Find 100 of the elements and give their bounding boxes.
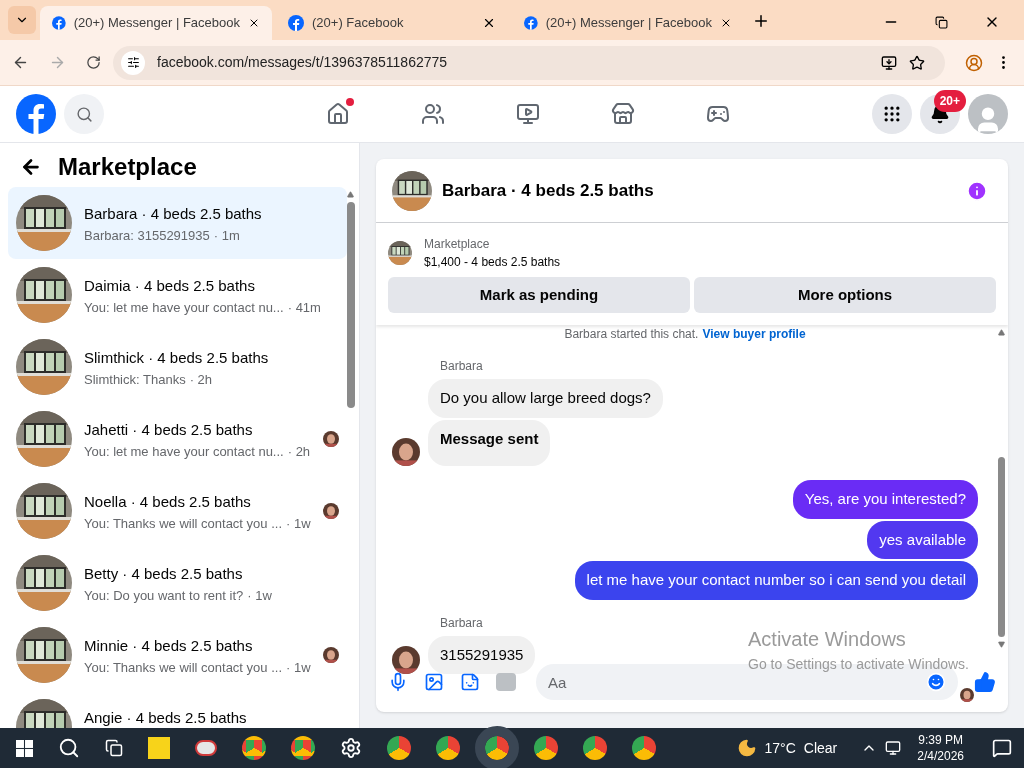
network-icon[interactable] [885, 740, 902, 756]
timestamp: · 1w [286, 658, 311, 677]
browser-tab[interactable]: (20+) Facebook [276, 6, 508, 40]
temperature: 17°C [764, 738, 796, 758]
close-icon[interactable] [482, 16, 496, 30]
photo-icon[interactable] [424, 672, 444, 692]
browser-icon[interactable] [242, 736, 266, 760]
facebook-logo-icon [52, 15, 66, 31]
message-preview: Barbara: 3155291935 [84, 226, 210, 245]
address-bar[interactable]: facebook.com/messages/t/1396378511862775 [113, 45, 945, 80]
conversation-item[interactable]: Jahetti · 4 beds 2.5 baths You: let me have your contact nu... · 2h [8, 403, 347, 475]
facebook-logo-icon [524, 15, 538, 31]
conversation-item[interactable]: Daimia · 4 beds 2.5 baths You: let me have your contact nu... · 41m [8, 259, 347, 331]
message-bubble: Message sent [428, 419, 551, 466]
friends-icon[interactable] [421, 102, 445, 126]
conversation-title: Jahetti · 4 beds 2.5 baths [84, 420, 254, 440]
bookmark-icon[interactable] [909, 54, 925, 71]
back-icon[interactable] [12, 54, 29, 71]
conversation-item[interactable]: Betty · 4 beds 2.5 baths You: Do you want to rent it? · 1w [8, 547, 347, 619]
notifications-icon[interactable] [992, 738, 1012, 758]
message-preview: You: Thanks we will contact you ... [84, 658, 282, 677]
message-preview: You: let me have your contact nu... [84, 298, 284, 317]
paint-icon[interactable] [195, 740, 217, 756]
sidebar-title: Marketplace [58, 152, 197, 182]
conversation-title: Betty · 4 beds 2.5 baths [84, 564, 244, 584]
microphone-icon[interactable] [388, 672, 408, 692]
tab-title: (20+) Messenger | Facebook [545, 14, 712, 33]
message-preview: You: let me have your contact nu... [84, 442, 284, 461]
message-bubble: let me have your contact number so i can send you detail [574, 561, 978, 600]
conversation-title: Daimia · 4 beds 2.5 baths [84, 276, 256, 296]
search-icon [75, 105, 93, 123]
install-icon[interactable] [881, 54, 897, 71]
like-icon[interactable] [974, 671, 996, 693]
conversation-title: Barbara · 4 beds 2.5 baths [84, 204, 263, 224]
browser-tab[interactable]: (20+) Messenger | Facebook [40, 6, 272, 40]
scroll-up-icon[interactable] [347, 191, 355, 198]
info-icon[interactable] [966, 179, 988, 202]
action-button[interactable]: Mark as pending [388, 277, 690, 313]
browser-icon[interactable] [436, 736, 460, 760]
conversation-item[interactable]: Slimthick · 4 beds 2.5 baths Slimthick: Thanks · 2h [8, 331, 347, 403]
url-text: facebook.com/messages/t/1396378511862775 [157, 53, 449, 72]
browser-icon[interactable] [583, 736, 607, 760]
clock-time: 9:39 PM [918, 732, 963, 748]
system-note: Barbara started this chat. [564, 326, 699, 343]
message-preview: Slimthick: Thanks [84, 370, 186, 389]
browser-icon[interactable] [632, 736, 656, 760]
timestamp: · 2h [189, 370, 213, 389]
activation-title: Activate Windows [748, 627, 907, 652]
scroll-up-icon[interactable] [997, 329, 1005, 336]
conversation-item[interactable]: Minnie · 4 beds 2.5 baths You: Thanks we will contact you ... · 1w [8, 619, 347, 691]
timestamp: · 41m [287, 298, 321, 317]
listing-label: Marketplace [424, 236, 491, 253]
search-icon[interactable] [58, 737, 80, 759]
timestamp: · 1m [213, 226, 240, 245]
message-preview: You: Do you want to rent it? [84, 586, 244, 605]
message-bubble: Yes, are you interested? [792, 480, 978, 519]
browser-icon[interactable] [534, 736, 558, 760]
sender-name: Barbara [440, 358, 484, 375]
settings-icon[interactable] [340, 737, 362, 759]
browser-icon[interactable] [387, 736, 411, 760]
message-bubble: 3155291935 [428, 635, 536, 674]
conversation-item[interactable]: Barbara · 4 beds 2.5 baths Barbara: 3155291935 · 1m [8, 187, 347, 259]
new-tab-icon[interactable] [752, 12, 770, 30]
browser-tab[interactable]: (20+) Messenger | Facebook [512, 6, 744, 40]
back-icon[interactable] [20, 156, 42, 178]
grid-icon [882, 104, 902, 124]
windows-logo-icon[interactable] [16, 739, 33, 757]
facebook-logo-icon[interactable] [16, 94, 56, 134]
profile-icon[interactable] [965, 53, 983, 72]
message-preview: You: Thanks we will contact you ... [84, 514, 282, 533]
store-icon[interactable] [611, 102, 635, 126]
home-icon[interactable] [326, 102, 350, 126]
conversation-title: Angie · 4 beds 2.5 baths [84, 708, 248, 728]
conversation-item[interactable]: Noella · 4 beds 2.5 baths You: Thanks we will contact you ... · 1w [8, 475, 347, 547]
restore-icon[interactable] [935, 15, 948, 29]
conversation-title: Minnie · 4 beds 2.5 baths [84, 636, 254, 656]
notification-badge: 20+ [933, 90, 966, 112]
chat-title: Barbara · 4 beds 2.5 baths [442, 179, 655, 202]
tab-title: (20+) Facebook [312, 14, 405, 33]
sticker-icon[interactable] [460, 672, 480, 692]
reload-icon[interactable] [86, 55, 101, 70]
site-settings-icon[interactable] [126, 56, 140, 69]
timestamp: · 1w [247, 586, 272, 605]
timestamp: · 1w [286, 514, 311, 533]
scroll-down-icon[interactable] [997, 641, 1005, 648]
weather-condition: Clear [803, 738, 838, 758]
listing-name: $1,400 - 4 beds 2.5 baths [424, 254, 561, 271]
browser-icon[interactable] [291, 736, 315, 760]
clock-date: 2/4/2026 [917, 748, 964, 764]
view-profile-link[interactable]: View buyer profile [702, 325, 806, 343]
message-bubble: yes available [867, 520, 978, 559]
tab-title: (20+) Messenger | Facebook [73, 14, 240, 33]
menu-button[interactable] [872, 94, 912, 134]
task-view-icon[interactable] [105, 739, 123, 757]
search-button[interactable] [64, 94, 104, 134]
action-button[interactable]: More options [694, 277, 996, 313]
moon-icon [736, 738, 757, 758]
video-icon[interactable] [516, 102, 540, 126]
conversation-title: Slimthick · 4 beds 2.5 baths [84, 348, 270, 368]
message-bubble: Do you allow large breed dogs? [428, 379, 663, 418]
